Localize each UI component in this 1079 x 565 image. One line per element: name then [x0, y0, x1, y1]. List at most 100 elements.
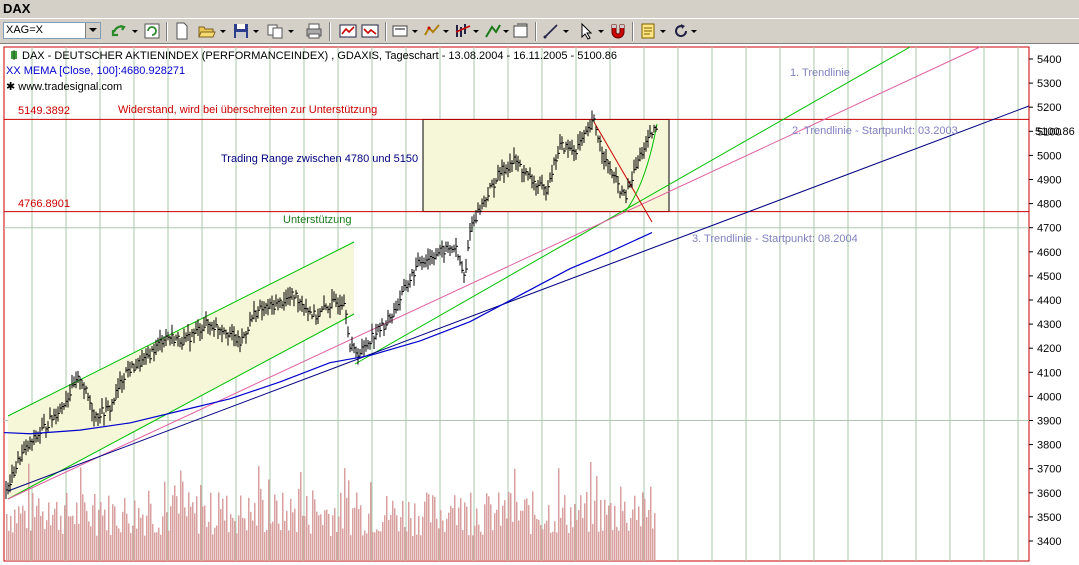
volume-bar: [174, 485, 176, 561]
trendline-1-label: 1. Trendlinie: [790, 67, 850, 79]
drawing-tools-icon[interactable]: [484, 22, 502, 40]
volume-bar: [216, 525, 218, 561]
volume-bar: [568, 533, 570, 561]
volume-bar: [640, 526, 642, 561]
volume-bar: [500, 525, 502, 561]
indicators-icon[interactable]: [423, 22, 441, 40]
display-mode-dropdown-icon[interactable]: [412, 30, 418, 33]
line-tool-dropdown-icon[interactable]: [563, 30, 569, 33]
volume-bar: [226, 495, 228, 561]
volume-bar: [556, 532, 558, 561]
volume-bar: [146, 515, 148, 561]
volume-bar: [406, 531, 408, 561]
volume-bar: [494, 513, 496, 561]
volume-bar: [276, 500, 278, 561]
strategies-icon[interactable]: [454, 22, 472, 40]
series-marker-icon: [10, 50, 20, 60]
symbol-dropdown-icon[interactable]: [85, 23, 100, 38]
y-tick-label: 4800: [1037, 199, 1061, 211]
save-dropdown-icon[interactable]: [253, 30, 259, 33]
volume-bar: [96, 535, 98, 561]
volume-bar: [560, 517, 562, 561]
volume-bar: [70, 516, 72, 561]
copy-icon[interactable]: [266, 22, 284, 40]
volume-bar: [618, 530, 620, 561]
volume-bar: [236, 533, 238, 561]
volume-bar: [272, 521, 274, 561]
open-folder-icon[interactable]: [198, 22, 216, 40]
volume-bar: [374, 532, 376, 561]
volume-bar: [322, 525, 324, 561]
strategies-dropdown-icon[interactable]: [473, 30, 479, 33]
magnet-icon[interactable]: [609, 22, 627, 40]
chart-properties-icon[interactable]: [339, 22, 357, 40]
notes-icon[interactable]: [640, 22, 658, 40]
volume-bar: [490, 504, 492, 561]
volume-bar: [426, 492, 428, 561]
indicators-dropdown-icon[interactable]: [443, 30, 449, 33]
chart-panel[interactable]: 3400 3500 3600 3700 3800 3900 4000 4100 4200 4300…: [0, 44, 1079, 565]
volume-bar: [48, 502, 50, 561]
refresh-icon[interactable]: [143, 22, 161, 40]
volume-bar: [280, 530, 282, 561]
volume-bar: [356, 492, 358, 561]
volume-bar: [632, 509, 634, 561]
volume-bar: [312, 490, 314, 561]
volume-bar: [66, 493, 68, 561]
reload-icon[interactable]: [672, 22, 690, 40]
symbol-combo[interactable]: XAG=X: [3, 22, 101, 39]
line-tool-icon[interactable]: [542, 22, 560, 40]
volume-bar: [366, 533, 368, 561]
volume-bar: [458, 507, 460, 561]
volume-bar: [308, 524, 310, 561]
volume-bar: [634, 495, 636, 561]
display-mode-icon[interactable]: [392, 22, 410, 40]
volume-bar: [76, 502, 78, 561]
volume-bar: [616, 526, 618, 561]
volume-bar: [198, 533, 200, 561]
volume-bar: [354, 507, 356, 561]
resistance-value: 5149.3892: [18, 105, 70, 117]
y-tick-label: 4500: [1037, 271, 1061, 283]
undo-icon[interactable]: [110, 22, 128, 40]
chart-window-icon[interactable]: [361, 22, 379, 40]
volume-bar: [476, 508, 478, 561]
volume-bar: [358, 509, 360, 561]
scanner-icon[interactable]: [512, 22, 530, 40]
price-chart[interactable]: 3400 3500 3600 3700 3800 3900 4000 4100 4200 4300…: [0, 44, 1079, 565]
volume-bar: [98, 509, 100, 561]
y-tick-label: 3700: [1037, 464, 1061, 476]
reload-dropdown-icon[interactable]: [691, 30, 697, 33]
pointer-dropdown-icon[interactable]: [598, 30, 604, 33]
volume-bar: [190, 506, 192, 561]
volume-bar: [238, 515, 240, 561]
volume-bar: [416, 534, 418, 561]
volume-bar: [262, 499, 264, 561]
volume-bar: [80, 467, 82, 561]
save-icon[interactable]: [232, 22, 250, 40]
volume-bar: [380, 531, 382, 561]
volume-bar: [488, 496, 490, 561]
pointer-icon[interactable]: [578, 22, 596, 40]
volume-bar: [180, 470, 182, 561]
volume-bar: [412, 535, 414, 561]
volume-bar: [232, 517, 234, 561]
open-dropdown-icon[interactable]: [220, 30, 226, 33]
volume-bar: [270, 523, 272, 561]
volume-bar: [368, 513, 370, 561]
volume-bar: [192, 502, 194, 561]
volume-bar: [62, 533, 64, 561]
copy-dropdown-icon[interactable]: [288, 30, 294, 33]
volume-bar: [242, 517, 244, 561]
volume-bar: [524, 499, 526, 561]
volume-bar: [302, 515, 304, 561]
undo-dropdown-icon[interactable]: [132, 30, 138, 33]
volume-bar: [446, 518, 448, 561]
volume-bar: [522, 510, 524, 561]
print-icon[interactable]: [305, 22, 323, 40]
volume-bar: [112, 504, 114, 561]
drawing-tools-dropdown-icon[interactable]: [503, 30, 509, 33]
new-document-icon[interactable]: [173, 22, 191, 40]
notes-dropdown-icon[interactable]: [660, 30, 666, 33]
volume-bar: [58, 529, 60, 561]
